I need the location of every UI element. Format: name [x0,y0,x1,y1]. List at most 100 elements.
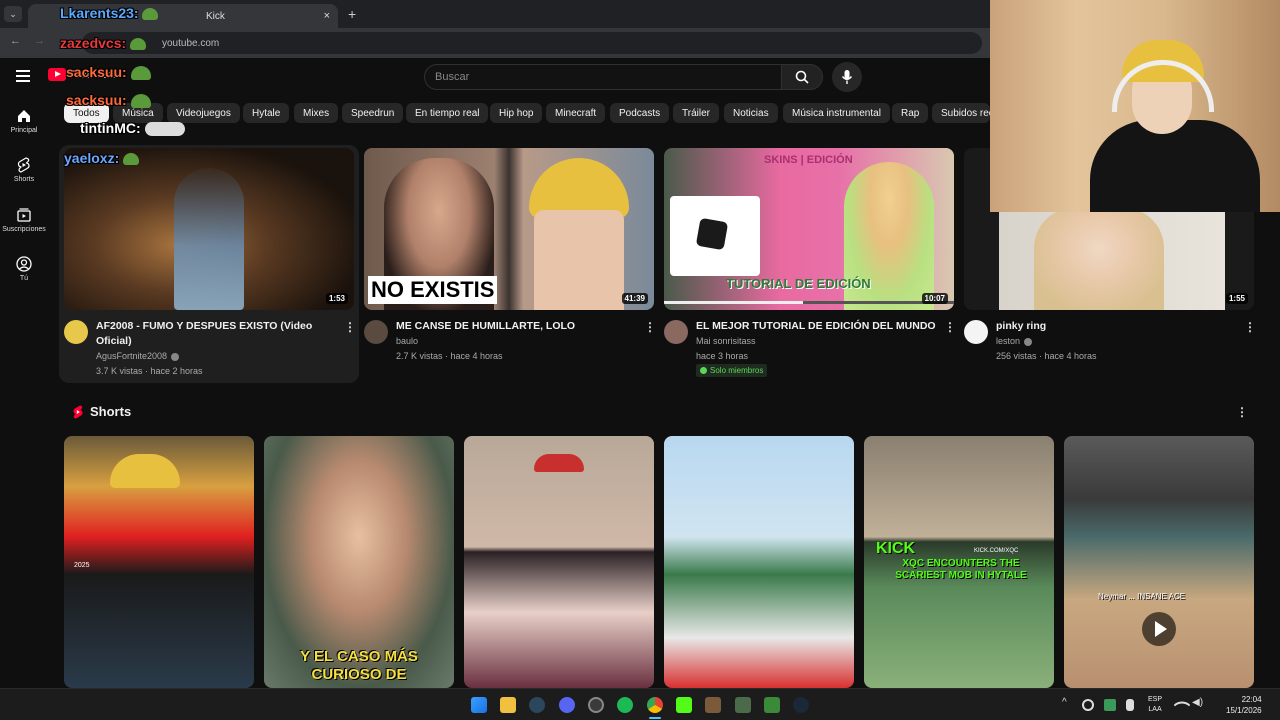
video-title[interactable]: ME CANSE DE HUMILLARTE, LOLO [396,319,636,334]
chip-label: Minecraft [555,107,597,119]
chat-message: tintinMC: [80,120,185,137]
steam-icon[interactable] [529,697,545,713]
chip-speedrun[interactable]: Speedrun [342,103,404,123]
back-icon[interactable]: ← [10,35,21,47]
video-title[interactable]: AF2008 - FUMO Y DESPUES EXISTO (Video Of… [96,319,336,349]
chip-label: Hytale [252,107,281,119]
minecraft-icon[interactable] [705,697,721,713]
spotify-icon[interactable] [617,697,633,713]
more-options-icon[interactable]: ⋮ [344,320,356,334]
search-button[interactable] [781,64,823,90]
channel-avatar[interactable] [964,320,988,344]
clock-time: 22:04 [1241,695,1262,704]
kick-icon[interactable] [676,697,692,713]
chrome-icon[interactable] [647,697,663,713]
tray-overflow-icon[interactable]: ^ [1062,697,1067,708]
channel-name[interactable]: Mai sonrisitass [696,334,756,349]
chip-minecraft[interactable]: Minecraft [546,103,606,123]
short-card[interactable]: Y EL CASO MÁS CURIOSO DE [264,436,454,688]
channel-name-text: AgusFortnite2008 [96,351,168,361]
chip-musica-instrumental[interactable]: Música instrumental [783,103,890,123]
shorts-more-options-icon[interactable]: ⋮ [1236,405,1248,419]
more-options-icon[interactable]: ⋮ [944,320,956,334]
chip-label: Mixes [303,107,330,119]
short-card[interactable] [464,436,654,688]
volume-icon[interactable]: ◀) [1192,697,1203,708]
steam-icon[interactable] [793,697,809,713]
file-explorer-icon[interactable] [500,697,516,713]
windows-taskbar: ^ ESP LAA ◀) 22:04 15/1/2026 [0,688,1280,720]
rail-item-tu[interactable]: Tú [0,256,48,282]
channel-name[interactable]: leston [996,334,1033,349]
short-card[interactable]: Neymar ... INSANE ACE [1064,436,1254,688]
forward-icon[interactable]: → [34,35,45,47]
rail-item-suscripciones[interactable]: Suscripciones [0,207,48,233]
chip-label: Subidos rec [941,107,990,119]
url-field[interactable]: youtube.com [82,32,982,54]
youtube-play-icon [48,68,66,81]
kick-url-text: KICK.COM/XQC [974,548,1019,554]
verified-icon [171,352,180,361]
obs-icon[interactable] [588,697,604,713]
language-indicator[interactable]: ESP LAA [1148,695,1162,715]
app-icon[interactable] [735,697,751,713]
clock[interactable]: 22:04 15/1/2026 [1226,694,1262,716]
chat-username: yaeloxz: [64,150,120,166]
video-thumbnail[interactable]: SKINS | EDICIÓN TUTORIAL DE EDICIÓN 10:0… [664,148,954,310]
tray-icon[interactable] [1082,699,1094,711]
more-options-icon[interactable]: ⋮ [1244,320,1256,334]
thumb-caption: TUTORIAL DE EDICIÓN [726,276,871,291]
channel-name[interactable]: AgusFortnite2008 [96,349,180,364]
chip-rap[interactable]: Rap [892,103,929,123]
rail-item-shorts[interactable]: Shorts [0,157,48,183]
video-title[interactable]: pinky ring [996,319,1236,334]
chip-label: Hip hop [499,107,534,119]
angel-emote-icon [144,122,185,137]
chip-noticias[interactable]: Noticias [724,103,778,123]
discord-icon[interactable] [559,697,575,713]
members-only-badge: Solo miembros [696,364,768,377]
chip-podcasts[interactable]: Podcasts [610,103,670,123]
app-icon[interactable] [764,697,780,713]
tab-close-button[interactable]: × [324,10,330,22]
short-cap-icon [534,454,584,472]
video-title[interactable]: EL MEJOR TUTORIAL DE EDICIÓN DEL MUNDO [696,319,946,334]
short-card[interactable]: KICK KICK.COM/XQC XQC ENCOUNTERS THE SCA… [864,436,1054,688]
more-options-icon[interactable]: ⋮ [644,320,656,334]
channel-name[interactable]: baulo [396,334,418,349]
search-input[interactable]: Buscar [424,64,782,90]
tray-icon[interactable] [1126,699,1134,711]
lang-code: ESP [1148,696,1163,703]
short-card[interactable] [664,436,854,688]
video-thumbnail[interactable]: 1:53 [64,148,354,310]
tray-icon[interactable] [1104,699,1116,711]
chip-label: Speedrun [351,107,395,119]
new-tab-button[interactable]: + [348,6,356,22]
rail-label: Tú [19,275,29,282]
channel-avatar[interactable] [364,320,388,344]
chip-en-tiempo-real[interactable]: En tiempo real [406,103,489,123]
search-icon [795,70,809,84]
chip-mixes[interactable]: Mixes [294,103,339,123]
video-thumbnail[interactable]: NO EXISTIS 41:39 [364,148,654,310]
clock-date: 15/1/2026 [1226,706,1262,715]
webcam-overlay [990,0,1280,212]
short-card[interactable]: 2025 [64,436,254,688]
url-text: youtube.com [162,37,220,49]
chip-trailer[interactable]: Tráiler [673,103,719,123]
channel-avatar[interactable] [664,320,688,344]
menu-icon[interactable] [16,70,30,82]
lang-layout: LAA [1148,706,1162,713]
rail-label: Shorts [13,176,35,183]
chip-hip-hop[interactable]: Hip hop [490,103,543,123]
chip-subidos-recientemente[interactable]: Subidos rec [932,103,990,123]
rail-item-principal[interactable]: Principal [0,108,48,134]
tab-list-button[interactable]: ⌄ [4,6,22,22]
voice-search-button[interactable] [832,62,862,92]
play-button[interactable] [1142,612,1176,646]
channel-avatar[interactable] [64,320,88,344]
windows-start-icon[interactable] [471,697,487,713]
wifi-icon[interactable] [1173,696,1191,714]
video-duration: 1:55 [1225,293,1248,304]
chip-hytale[interactable]: Hytale [243,103,290,123]
